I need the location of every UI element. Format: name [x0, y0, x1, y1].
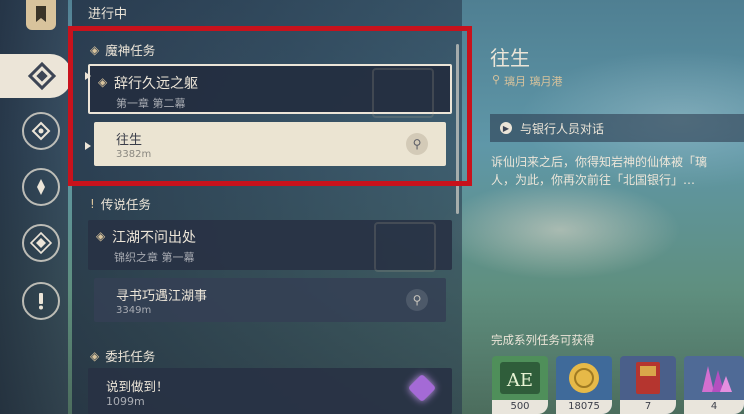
- description-line: 诉仙归来之后，你得知岩神的仙体被「璃: [491, 155, 708, 169]
- section-label: 委托任务: [105, 349, 156, 364]
- quest-item-legend[interactable]: ◈ 江湖不问出处 锦织之章 第一幕: [88, 220, 452, 272]
- objective-arrow-icon: ▶: [500, 122, 512, 134]
- tab-world-quests[interactable]: [22, 224, 60, 262]
- objective-bar: ▶ 与银行人员对话: [490, 114, 744, 142]
- quest-diamond-icon: ◈: [96, 229, 106, 243]
- objective-text: 与银行人员对话: [520, 121, 605, 136]
- quest-chapter: 锦织之章 第一幕: [114, 251, 195, 264]
- detail-title: 往生: [490, 46, 530, 70]
- tab-all-quests[interactable]: [0, 54, 72, 98]
- weapon-ascension-book-icon: [620, 356, 676, 400]
- quest-category-tabbar: [0, 0, 72, 414]
- location-text: 璃月 璃月港: [504, 75, 563, 88]
- reward-count: 7: [620, 400, 676, 414]
- section-commission-quests: ◈ 委托任务: [90, 346, 155, 365]
- reward-crystal[interactable]: 4: [684, 356, 744, 414]
- crystal-ore-icon: [684, 356, 744, 400]
- all-quests-icon: [27, 61, 57, 91]
- archon-quest-icon: [22, 112, 60, 150]
- quest-distance: 1099m: [106, 395, 145, 408]
- quest-item-commission[interactable]: 说到做到！ 1099m: [88, 368, 452, 414]
- panel-title: 进行中: [88, 7, 128, 22]
- reward-count: 500: [492, 400, 548, 414]
- quest-name: 说到做到！: [106, 379, 169, 394]
- step-name: 寻书巧遇江湖事: [116, 289, 208, 304]
- story-quest-icon: [22, 168, 60, 206]
- reward-count: 18075: [556, 400, 612, 414]
- mora-coin-icon: [556, 356, 612, 400]
- commission-crystal-icon: [407, 373, 437, 403]
- map-pin-icon[interactable]: ⚲: [406, 289, 428, 311]
- quest-name: 江湖不问出处: [112, 230, 196, 246]
- location-pin-icon: ⚲: [492, 73, 501, 86]
- svg-text:AE: AE: [506, 370, 533, 391]
- commission-section-icon: ◈: [90, 348, 100, 363]
- description-line: 人，为此，你再次前往「北国银行」…: [491, 173, 696, 187]
- bookmark-icon[interactable]: [26, 0, 56, 30]
- tab-story-quests[interactable]: [22, 168, 60, 206]
- tab-commission-quests[interactable]: [22, 282, 60, 320]
- highlight-box: [68, 26, 472, 186]
- reward-adventure-exp[interactable]: AE 500: [492, 356, 548, 414]
- section-legend-quests: ! 传说任务: [90, 194, 151, 213]
- section-label: 传说任务: [100, 197, 151, 212]
- quest-description: 诉仙归来之后，你得知岩神的仙体被「璃 人，为此，你再次前往「北国银行」…: [491, 153, 744, 189]
- tab-archon-quests[interactable]: [22, 112, 60, 150]
- legend-section-icon: !: [90, 196, 95, 211]
- quest-emblem-icon: [374, 222, 436, 272]
- world-quest-icon: [22, 224, 60, 262]
- rewards-title: 完成系列任务可获得: [491, 333, 595, 347]
- reward-mora[interactable]: 18075: [556, 356, 612, 414]
- reward-count: 4: [684, 400, 744, 414]
- step-distance: 3349m: [116, 305, 152, 316]
- commission-quest-icon: [22, 282, 60, 320]
- detail-location: ⚲ 璃月 璃月港: [492, 73, 563, 89]
- reward-book[interactable]: 7: [620, 356, 676, 414]
- quest-step-legend[interactable]: 寻书巧遇江湖事 3349m ⚲: [94, 278, 446, 322]
- adventure-exp-icon: AE: [492, 356, 548, 400]
